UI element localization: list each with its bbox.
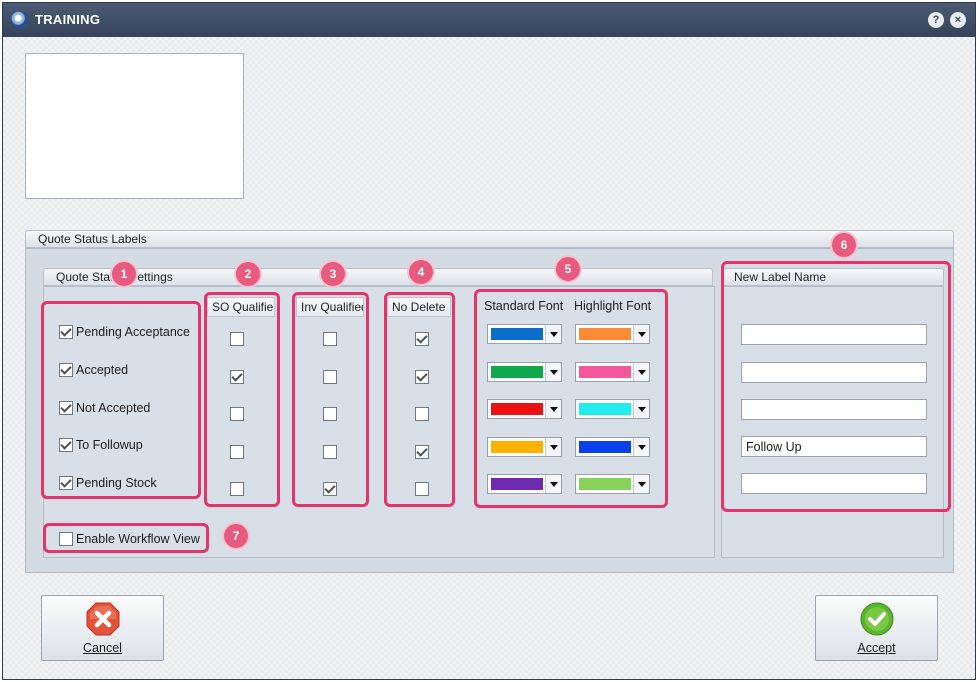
annotation-badge-7: 7: [224, 524, 248, 548]
window-content: Quote Status Labels Quote Status Setting…: [3, 37, 975, 679]
app-logo-icon: [11, 11, 29, 29]
title-bar: TRAINING ? ×: [3, 3, 975, 37]
accept-button-label: Accept: [857, 641, 896, 655]
highlight-box-5: [474, 289, 668, 508]
highlight-box-1: [41, 301, 201, 499]
cancel-button[interactable]: Cancel: [41, 595, 164, 661]
image-placeholder: [25, 53, 244, 199]
annotation-badge-2: 2: [236, 262, 260, 286]
cancel-icon: [86, 602, 120, 636]
training-window: TRAINING ? × Quote Status Labels Quote S…: [2, 2, 976, 680]
annotation-badge-1: 1: [112, 262, 136, 286]
window-title: TRAINING: [35, 12, 101, 27]
cancel-button-label: Cancel: [83, 641, 122, 655]
accept-button[interactable]: Accept: [815, 595, 938, 661]
highlight-box-3: [292, 292, 369, 507]
accept-icon: [860, 602, 894, 636]
annotation-badge-4: 4: [409, 260, 433, 284]
quote-status-labels-title: Quote Status Labels: [38, 232, 147, 246]
help-icon[interactable]: ?: [928, 12, 944, 28]
annotation-badge-5: 5: [556, 257, 580, 281]
quote-status-settings-header: Quote Status Settings: [43, 268, 713, 286]
quote-status-labels-header: Quote Status Labels: [25, 230, 954, 248]
highlight-box-7: [43, 523, 209, 553]
annotation-badge-6: 6: [832, 233, 856, 257]
highlight-box-4: [384, 292, 455, 507]
close-icon[interactable]: ×: [950, 12, 966, 28]
annotation-badge-3: 3: [321, 262, 345, 286]
highlight-box-2: [204, 292, 280, 507]
highlight-box-6: [721, 261, 951, 512]
